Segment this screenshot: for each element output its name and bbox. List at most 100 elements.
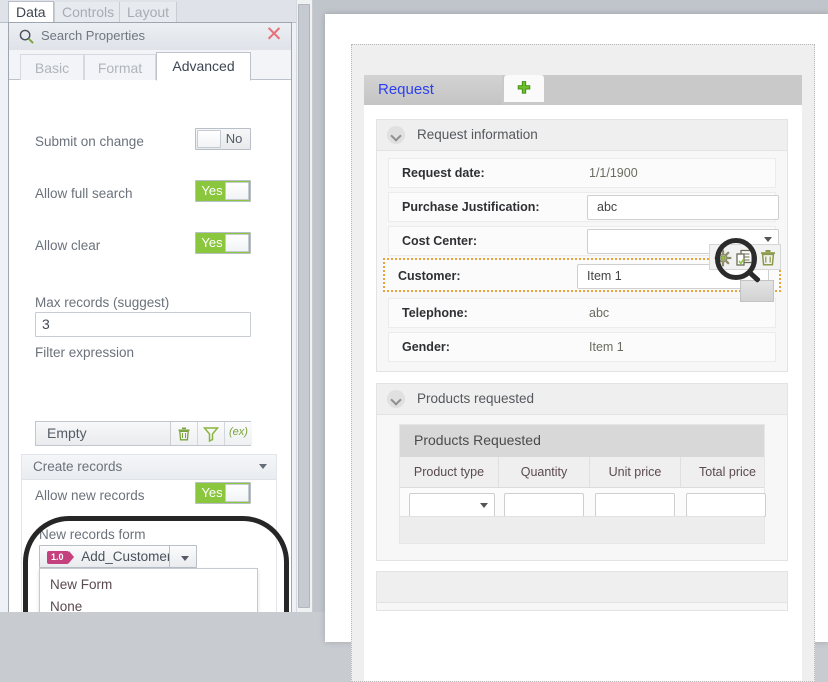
- products-table-panel: Products Requested Product type Quantity…: [399, 424, 766, 544]
- section-next-partial: [376, 571, 788, 611]
- duplicate-icon[interactable]: [735, 248, 755, 268]
- field-value: Item 1: [589, 340, 624, 354]
- search-bar[interactable]: Search Properties ✕: [9, 23, 291, 51]
- chevron-down-icon: [181, 556, 189, 561]
- max-records-input[interactable]: 3: [35, 312, 251, 337]
- field-label: Telephone:: [402, 306, 468, 320]
- field-label: Request date:: [402, 166, 485, 180]
- form-container: Request Request information Request date…: [351, 44, 815, 682]
- column-header-product-type: Product type: [400, 457, 499, 487]
- dropdown-item-none[interactable]: None: [50, 599, 82, 612]
- cell-total-price-input[interactable]: [686, 493, 766, 517]
- chevron-down-icon[interactable]: [259, 464, 267, 469]
- new-records-form-name: Add_Customer: [81, 549, 172, 564]
- toggle-knob: [225, 234, 249, 252]
- products-table-title-text: Products Requested: [414, 432, 541, 448]
- search-icon: [19, 29, 34, 44]
- toggle-knob: [225, 484, 249, 502]
- label-allow-clear: Allow clear: [35, 238, 101, 253]
- tab-advanced[interactable]: Advanced: [156, 52, 251, 81]
- label-filter-expression: Filter expression: [35, 345, 135, 360]
- close-icon[interactable]: ✕: [265, 24, 283, 45]
- toggle-value: Yes: [201, 485, 223, 500]
- tab-add-new[interactable]: [504, 75, 544, 102]
- products-table-header-row: Product type Quantity Unit price Total p…: [400, 457, 764, 488]
- section-products-requested: Products requested Products Requested Pr…: [376, 383, 788, 561]
- plus-icon: [517, 81, 531, 94]
- panel-scrollbar-thumb[interactable]: [298, 4, 310, 608]
- chevron-down-icon: [480, 503, 488, 508]
- section-header[interactable]: Request information: [377, 120, 787, 151]
- field-row-request-date: Request date: 1/1/1900: [388, 158, 776, 188]
- search-input-placeholder[interactable]: Search Properties: [41, 28, 145, 43]
- label-allow-new-records: Allow new records: [35, 488, 145, 503]
- toggle-allow-clear[interactable]: Yes: [195, 232, 251, 254]
- customer-lookup-button[interactable]: [740, 280, 774, 302]
- field-label: Gender:: [402, 340, 450, 354]
- field-row-customer[interactable]: Customer: Item 1: [383, 238, 781, 302]
- column-header-unit-price: Unit price: [590, 457, 681, 487]
- version-badge: 1.0: [47, 550, 73, 564]
- field-value: abc: [589, 306, 610, 320]
- new-records-form-value: 1.0 Add_Customer: [47, 549, 171, 564]
- field-row-purchase-justification: Purchase Justification: abc: [388, 192, 779, 222]
- chevron-down-icon[interactable]: [764, 237, 772, 242]
- field-label: Cost Center:: [402, 234, 478, 248]
- toggle-allow-full-search[interactable]: Yes: [195, 180, 251, 202]
- toggle-value: No: [225, 131, 243, 146]
- filter-expression-value[interactable]: Empty: [36, 422, 171, 445]
- properties-frame: Search Properties ✕ Basic Format Advance…: [8, 22, 292, 612]
- form-canvas-sheet: Request Request information Request date…: [325, 14, 828, 682]
- expression-icon[interactable]: (ex): [225, 422, 252, 445]
- chevron-down-icon[interactable]: [387, 390, 405, 408]
- dropdown-item-new-form[interactable]: New Form: [50, 577, 112, 592]
- new-records-form-dropdown-arrow[interactable]: [169, 545, 197, 568]
- properties-body: Submit on change No Allow full search Ye…: [9, 80, 291, 612]
- properties-sub-tabs: Basic Format Advanced: [9, 50, 291, 81]
- tab-data[interactable]: Data: [8, 1, 54, 23]
- purchase-justification-input[interactable]: abc: [587, 195, 779, 220]
- new-records-form-combo[interactable]: 1.0 Add_Customer: [39, 545, 189, 568]
- label-new-records-form: New records form: [39, 527, 146, 542]
- tab-format[interactable]: Format: [84, 54, 156, 80]
- toggle-submit-on-change[interactable]: No: [195, 128, 251, 150]
- toggle-value: Yes: [201, 183, 223, 198]
- field-row-telephone: Telephone: abc: [388, 298, 776, 328]
- products-table-title: Products Requested: [400, 425, 764, 457]
- column-header-total-price: Total price: [699, 465, 756, 479]
- tab-request[interactable]: Request: [364, 75, 502, 105]
- filter-expression-control: Empty (ex): [35, 421, 252, 446]
- trash-icon[interactable]: [171, 422, 198, 445]
- label-max-records: Max records (suggest): [35, 295, 170, 310]
- new-records-form-dropdown-list: New Form None Select a form: [39, 568, 258, 612]
- tab-controls[interactable]: Controls: [54, 2, 123, 22]
- tab-layout[interactable]: Layout: [119, 2, 178, 22]
- column-header-quantity: Quantity: [499, 457, 590, 487]
- form-content: Request information Request date: 1/1/19…: [364, 105, 802, 681]
- section-request-information: Request information Request date: 1/1/19…: [376, 119, 788, 372]
- cell-quantity-input[interactable]: [504, 493, 584, 517]
- field-label: Customer:: [398, 269, 461, 283]
- field-row-gender: Gender: Item 1: [388, 332, 776, 362]
- panel-top-tabs: Data Controls Layout: [0, 0, 296, 23]
- section-title: Products requested: [417, 391, 535, 406]
- toggle-knob: [197, 130, 221, 148]
- field-value: 1/1/1900: [589, 166, 638, 180]
- label-submit-on-change: Submit on change: [35, 134, 144, 149]
- field-action-toolbar: [709, 244, 781, 270]
- cell-unit-price-input[interactable]: [595, 493, 675, 517]
- gear-icon[interactable]: [713, 248, 733, 268]
- section-header[interactable]: [377, 572, 787, 603]
- section-header[interactable]: Products requested: [377, 384, 787, 415]
- form-tab-strip: Request: [364, 75, 802, 105]
- funnel-icon[interactable]: [198, 422, 225, 445]
- delete-icon[interactable]: [758, 248, 778, 268]
- toggle-value: Yes: [201, 235, 223, 250]
- chevron-down-icon[interactable]: [387, 126, 405, 144]
- cell-product-type-select[interactable]: [409, 493, 495, 517]
- create-records-header[interactable]: Create records: [22, 455, 276, 480]
- toggle-allow-new-records[interactable]: Yes: [195, 482, 251, 504]
- properties-panel: Data Controls Layout Search Properties ✕…: [0, 0, 296, 612]
- toggle-knob: [225, 182, 249, 200]
- tab-basic[interactable]: Basic: [20, 54, 84, 80]
